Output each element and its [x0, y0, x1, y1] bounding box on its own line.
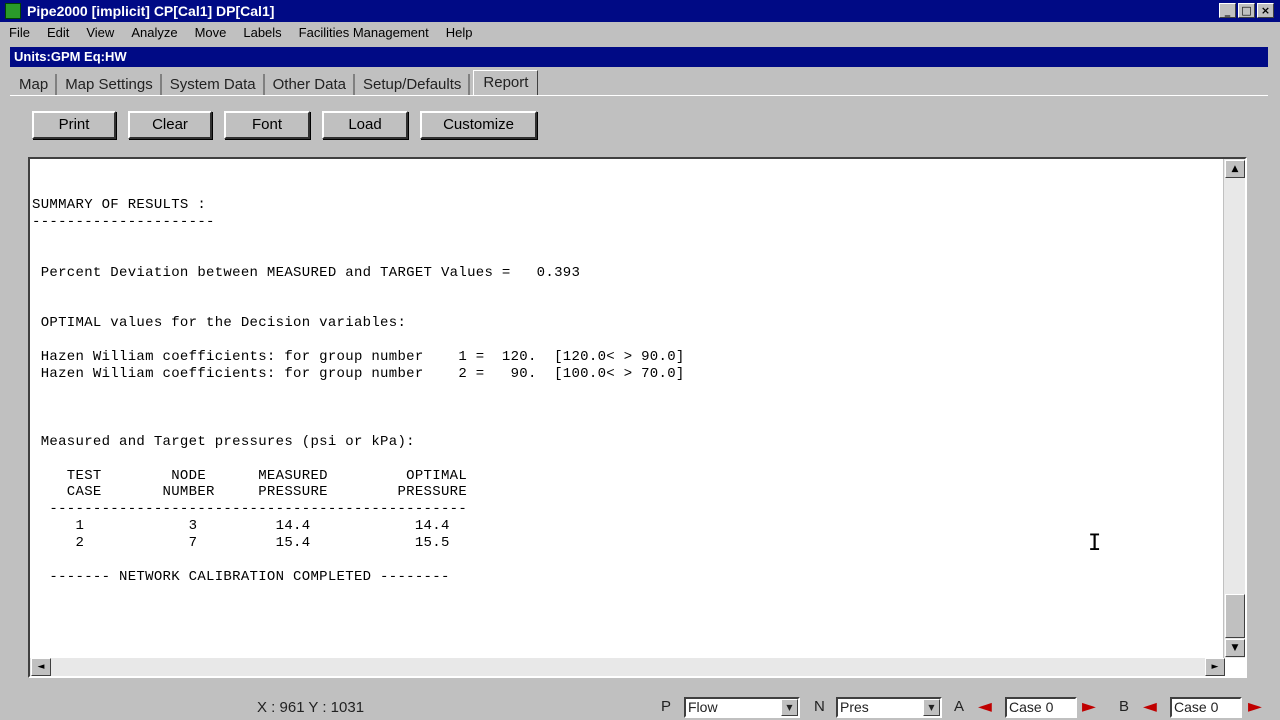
child-window-title: Units:GPM Eq:HW: [10, 47, 1268, 67]
p-select-value: Flow: [688, 699, 718, 715]
scroll-right-arrow-icon[interactable]: ►: [1205, 658, 1225, 676]
a-case-field[interactable]: Case 0: [1005, 697, 1077, 718]
tab-other-data[interactable]: Other Data: [266, 74, 355, 96]
clear-button[interactable]: Clear: [128, 111, 212, 139]
maximize-button[interactable]: □: [1238, 3, 1255, 18]
report-toolbar: Print Clear Font Load Customize: [32, 111, 549, 139]
tab-report[interactable]: Report: [473, 70, 539, 96]
chevron-down-icon[interactable]: ▼: [923, 699, 940, 716]
window-title: Pipe2000 [implicit] CP[Cal1] DP[Cal1]: [27, 3, 275, 19]
vertical-scrollbar[interactable]: ▲ ▼: [1223, 159, 1245, 658]
customize-button[interactable]: Customize: [420, 111, 537, 139]
b-case-field[interactable]: Case 0: [1170, 697, 1242, 718]
status-bar: X : 961 Y : 1031 P Flow ▼ N Pres ▼ A ◄ C…: [0, 694, 1280, 720]
a-previous-arrow-icon[interactable]: ◄: [978, 698, 992, 716]
scroll-up-arrow-icon[interactable]: ▲: [1225, 160, 1245, 178]
tab-divider: [10, 95, 1268, 97]
tab-map[interactable]: Map: [12, 74, 58, 96]
vertical-scroll-thumb[interactable]: [1225, 594, 1245, 638]
a-label: A: [954, 698, 965, 715]
menu-facilities-management[interactable]: Facilities Management: [290, 25, 437, 40]
scroll-down-arrow-icon[interactable]: ▼: [1225, 639, 1245, 657]
tab-setup-defaults[interactable]: Setup/Defaults: [356, 74, 471, 96]
p-label: P: [661, 698, 672, 715]
b-previous-arrow-icon[interactable]: ◄: [1143, 698, 1157, 716]
font-button[interactable]: Font: [224, 111, 310, 139]
minimize-button[interactable]: _: [1219, 3, 1236, 18]
print-button[interactable]: Print: [32, 111, 116, 139]
menu-analyze[interactable]: Analyze: [122, 25, 185, 40]
load-button[interactable]: Load: [322, 111, 408, 139]
chevron-down-icon[interactable]: ▼: [781, 699, 798, 716]
n-select-value: Pres: [840, 699, 869, 715]
b-label: B: [1119, 698, 1130, 715]
menu-help[interactable]: Help: [437, 25, 481, 40]
a-next-arrow-icon[interactable]: ►: [1082, 698, 1096, 716]
tab-map-settings[interactable]: Map Settings: [58, 74, 162, 96]
scroll-left-arrow-icon[interactable]: ◄: [31, 658, 51, 676]
p-select[interactable]: Flow ▼: [684, 697, 800, 718]
menu-labels[interactable]: Labels: [234, 25, 289, 40]
b-next-arrow-icon[interactable]: ►: [1248, 698, 1262, 716]
cursor-coordinates: X : 961 Y : 1031: [257, 699, 365, 716]
menu-view[interactable]: View: [77, 25, 122, 40]
close-button[interactable]: ×: [1257, 3, 1274, 18]
menu-move[interactable]: Move: [186, 25, 235, 40]
menu-file[interactable]: File: [0, 25, 38, 40]
report-text-area[interactable]: SUMMARY OF RESULTS : -------------------…: [28, 157, 1247, 678]
n-label: N: [814, 698, 825, 715]
n-select[interactable]: Pres ▼: [836, 697, 942, 718]
menu-bar: File Edit View Analyze Move Labels Facil…: [0, 22, 1280, 42]
title-bar: Pipe2000 [implicit] CP[Cal1] DP[Cal1] _ …: [0, 0, 1280, 22]
app-icon: [5, 3, 21, 19]
menu-edit[interactable]: Edit: [38, 25, 77, 40]
tab-strip: Map Map Settings System Data Other Data …: [12, 70, 539, 96]
horizontal-scrollbar[interactable]: ◄ ►: [30, 658, 1225, 676]
window-controls: _ □ ×: [1219, 3, 1274, 18]
tab-system-data[interactable]: System Data: [163, 74, 265, 96]
ibeam-cursor-icon: I: [1088, 531, 1102, 556]
report-output: SUMMARY OF RESULTS : -------------------…: [32, 197, 685, 585]
